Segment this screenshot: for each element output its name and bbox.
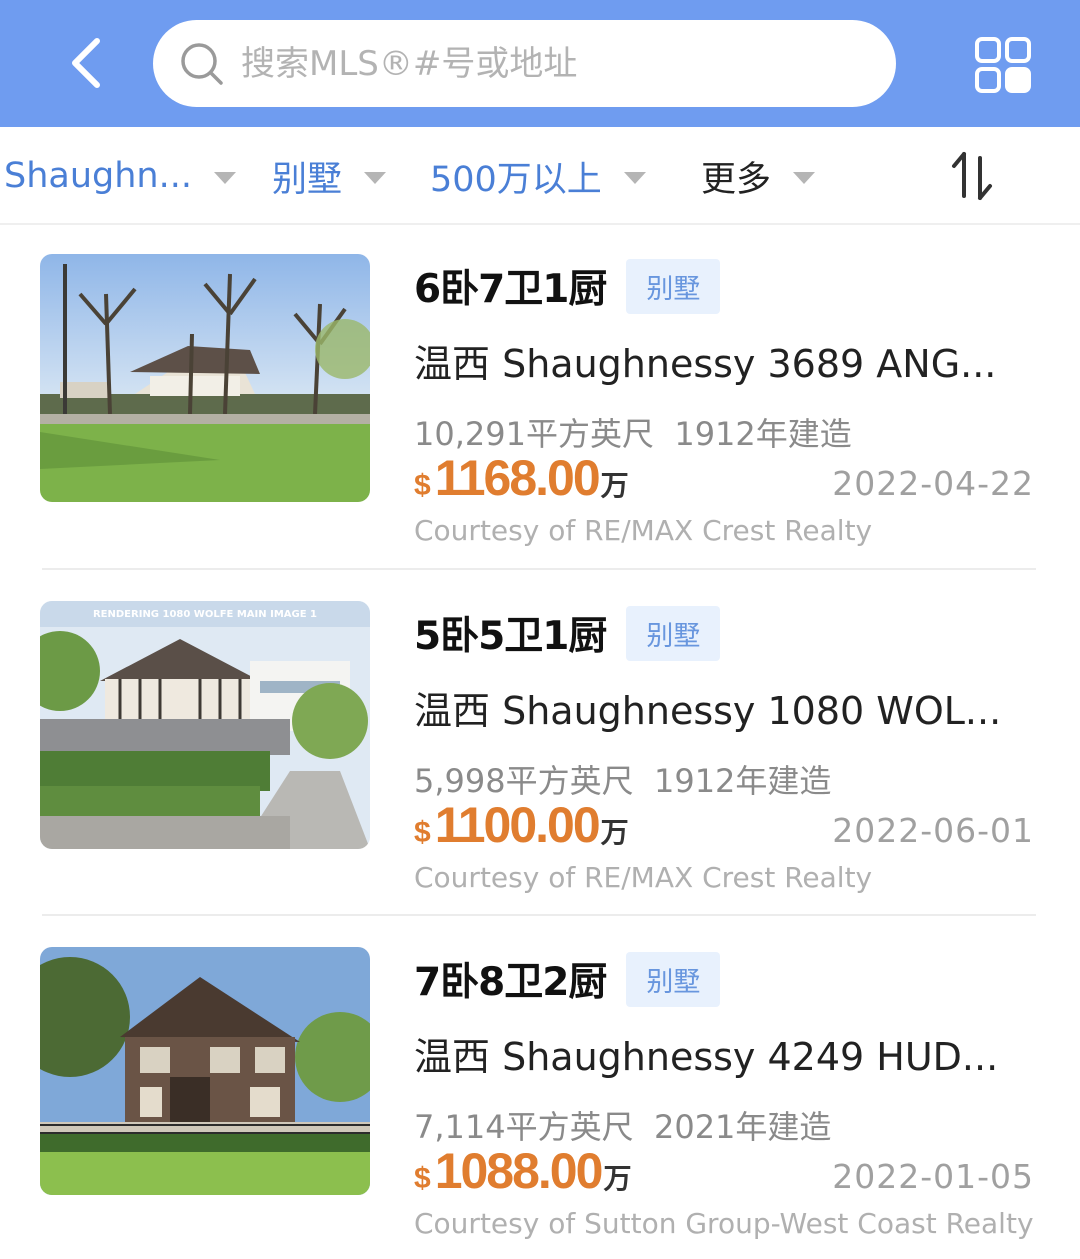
listing-date: 2022-06-01 (832, 811, 1034, 850)
listing-title-row: 6卧7卫1厨 别墅 (414, 258, 721, 314)
currency-symbol: $ (414, 816, 431, 849)
filter-more-label: 更多 (701, 159, 772, 200)
listing-price-row: $1088.00万 2022-01-05 (414, 1140, 1034, 1200)
price-unit: 万 (603, 1163, 632, 1194)
listing-rooms: 6卧7卫1厨 (414, 267, 607, 312)
listing-card[interactable]: 7卧8卫2厨 别墅 温西 Shaughnessy 4249 HUD... 7,1… (0, 918, 1080, 1259)
listing-address: 温西 Shaughnessy 4249 HUD... (414, 1035, 999, 1079)
search-bar[interactable] (153, 20, 896, 107)
currency-symbol: $ (414, 469, 431, 502)
top-bar (0, 0, 1080, 127)
filter-bar: Shaughn... 别墅 500万以上 更多 (0, 127, 1080, 225)
listing-date: 2022-04-22 (832, 464, 1034, 503)
currency-symbol: $ (414, 1162, 431, 1195)
listing-type-badge: 别墅 (626, 605, 721, 661)
filter-area[interactable]: Shaughn... (4, 127, 236, 225)
listing-rooms: 7卧8卫2厨 (414, 960, 607, 1005)
listing-price: $1168.00万 (414, 449, 629, 507)
listing-address: 温西 Shaughnessy 3689 ANG... (414, 342, 997, 386)
listing-type-badge: 别墅 (626, 258, 721, 314)
divider (42, 568, 1036, 570)
price-amount: 1100.00 (434, 797, 601, 853)
grid-view-button[interactable] (974, 36, 1032, 94)
listing-price-row: $1168.00万 2022-04-22 (414, 447, 1034, 507)
listing-date: 2022-01-05 (832, 1157, 1034, 1196)
listing-courtesy: Courtesy of RE/MAX Crest Realty (414, 861, 873, 894)
caret-down-icon (364, 172, 387, 184)
caret-down-icon (623, 172, 646, 184)
price-amount: 1168.00 (434, 450, 601, 506)
caret-down-icon (793, 172, 816, 184)
listing-card[interactable]: RENDERING 1080 WOLFE MAIN IMAGE 1 5卧5卫1厨… (0, 572, 1080, 918)
filter-price[interactable]: 500万以上 (430, 127, 646, 225)
grid-view-icon (975, 37, 1031, 93)
listing-photo (40, 947, 370, 1195)
filter-area-label: Shaughn... (4, 156, 192, 196)
caret-down-icon (214, 172, 236, 184)
filter-type[interactable]: 别墅 (272, 127, 387, 225)
listing-photo: RENDERING 1080 WOLFE MAIN IMAGE 1 (40, 601, 370, 849)
search-input[interactable] (241, 43, 841, 84)
listing-courtesy: Courtesy of Sutton Group-West Coast Real… (414, 1207, 1034, 1240)
back-button[interactable] (56, 30, 116, 96)
listing-photo (40, 254, 370, 502)
listing-price: $1088.00万 (414, 1142, 631, 1200)
sort-icon (952, 152, 992, 200)
filter-price-label: 500万以上 (430, 159, 602, 200)
listing-type-badge: 别墅 (626, 951, 721, 1007)
sort-button[interactable] (948, 150, 996, 202)
listing-title-row: 7卧8卫2厨 别墅 (414, 951, 721, 1007)
listing-price-row: $1100.00万 2022-06-01 (414, 794, 1034, 854)
listing-courtesy: Courtesy of RE/MAX Crest Realty (414, 514, 873, 547)
listing-address: 温西 Shaughnessy 1080 WOL... (414, 689, 1002, 733)
listing-photo-caption: RENDERING 1080 WOLFE MAIN IMAGE 1 (93, 609, 317, 620)
chevron-left-icon (72, 38, 100, 88)
price-unit: 万 (600, 470, 629, 501)
filter-more[interactable]: 更多 (701, 127, 816, 225)
listing-price: $1100.00万 (414, 796, 629, 854)
search-icon (179, 41, 225, 87)
listing-card[interactable]: 6卧7卫1厨 别墅 温西 Shaughnessy 3689 ANG... 10,… (0, 225, 1080, 571)
listing-title-row: 5卧5卫1厨 别墅 (414, 605, 721, 661)
price-unit: 万 (600, 817, 629, 848)
price-amount: 1088.00 (434, 1143, 604, 1199)
listing-rooms: 5卧5卫1厨 (414, 614, 607, 659)
divider (42, 914, 1036, 916)
filter-type-label: 别墅 (272, 159, 343, 200)
